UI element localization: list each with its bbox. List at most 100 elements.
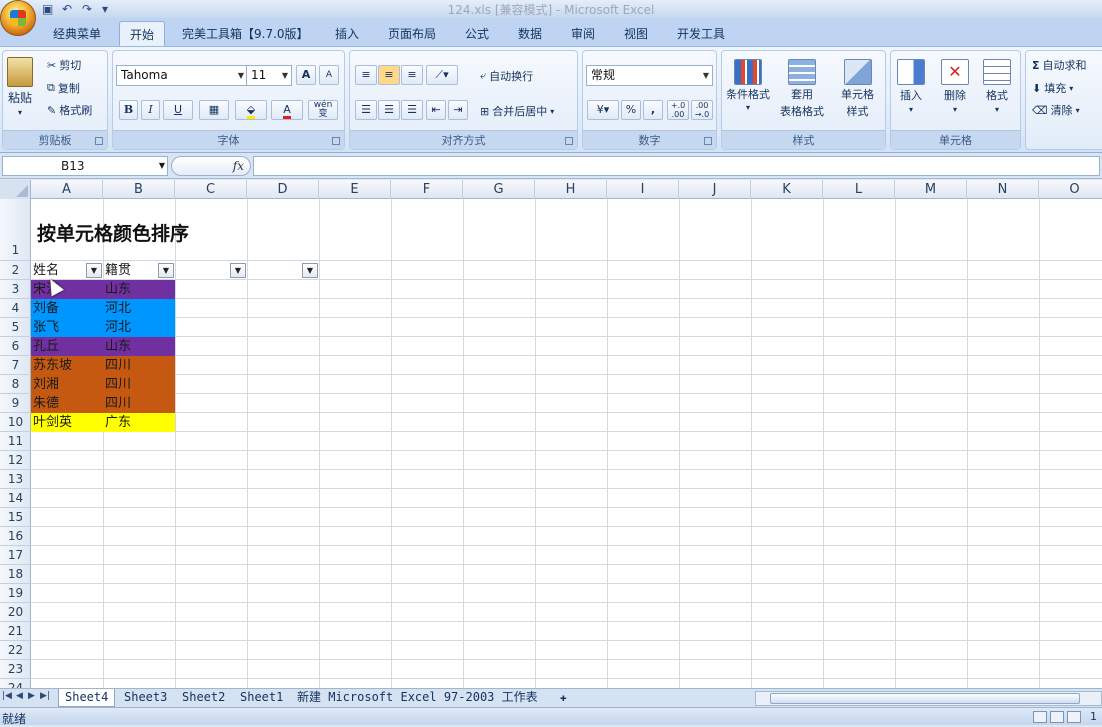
paste-button[interactable]: 粘贴 ▾: [7, 57, 33, 117]
column-header-j[interactable]: J: [679, 180, 751, 199]
fill-button[interactable]: ⬇ 填充 ▾: [1032, 80, 1073, 96]
align-center-button[interactable]: ☰: [378, 100, 400, 120]
row-header-2[interactable]: 2: [0, 261, 31, 280]
row-header-13[interactable]: 13: [0, 470, 31, 489]
decrease-decimal-button[interactable]: .00 →.0: [691, 100, 713, 120]
wrap-text-button[interactable]: ⤶ 自动换行: [480, 68, 533, 84]
next-sheet-icon[interactable]: ▶: [28, 691, 35, 701]
insert-sheet-icon[interactable]: ✚: [560, 689, 567, 707]
undo-icon[interactable]: ↶: [62, 2, 76, 16]
column-header-g[interactable]: G: [463, 180, 535, 199]
page-layout-view-icon[interactable]: [1050, 711, 1064, 723]
fx-icon[interactable]: fx: [233, 159, 244, 173]
borders-button[interactable]: ▦: [199, 100, 229, 120]
row-header-9[interactable]: 9: [0, 394, 31, 413]
sheet-tab-sheet4[interactable]: Sheet4: [58, 689, 116, 707]
merge-center-button[interactable]: ⊞ 合并后居中 ▾: [480, 103, 554, 119]
table-cell-name[interactable]: 刘湘: [31, 375, 103, 394]
column-header-c[interactable]: C: [175, 180, 247, 199]
sheet-tab-sheet3[interactable]: Sheet3: [124, 689, 167, 707]
column-header-h[interactable]: H: [535, 180, 607, 199]
table-cell-place[interactable]: 山东: [103, 337, 175, 356]
font-color-button[interactable]: A: [271, 100, 303, 120]
bold-button[interactable]: B: [119, 100, 138, 120]
column-header-k[interactable]: K: [751, 180, 823, 199]
percent-button[interactable]: %: [621, 100, 641, 120]
zoom-level[interactable]: 1: [1090, 710, 1097, 723]
column-header-d[interactable]: D: [247, 180, 319, 199]
redo-icon[interactable]: ↷: [82, 2, 96, 16]
grow-font-button[interactable]: A: [296, 65, 316, 85]
table-cell-name[interactable]: 苏东坡: [31, 356, 103, 375]
format-cells-button[interactable]: 格式 ▾: [983, 59, 1011, 114]
row-header-18[interactable]: 18: [0, 565, 31, 584]
column-header-l[interactable]: L: [823, 180, 895, 199]
tab-home[interactable]: 开始: [119, 21, 166, 46]
table-cell-name[interactable]: 张飞: [31, 318, 103, 337]
accounting-format-button[interactable]: ¥▾: [587, 100, 619, 120]
row-header-4[interactable]: 4: [0, 299, 31, 318]
format-as-table-button[interactable]: 套用 表格格式: [780, 59, 824, 119]
decrease-indent-button[interactable]: ⇤: [426, 100, 446, 120]
table-cell-place[interactable]: 四川: [103, 394, 175, 413]
filter-dropdown-icon[interactable]: ▼: [230, 263, 246, 278]
tab-insert[interactable]: 插入: [335, 25, 359, 42]
normal-view-icon[interactable]: [1033, 711, 1047, 723]
orientation-button[interactable]: ⟋▾: [426, 65, 458, 85]
font-name-combo[interactable]: Tahoma ▼: [116, 65, 248, 86]
number-format-combo[interactable]: 常规 ▼: [586, 65, 713, 86]
dialog-launcher-icon[interactable]: [332, 137, 340, 145]
phonetic-button[interactable]: wén 变: [308, 100, 338, 120]
prev-sheet-icon[interactable]: ◀: [16, 691, 23, 701]
horizontal-scrollbar[interactable]: [755, 691, 1102, 706]
table-cell-name[interactable]: 叶剑英: [31, 413, 103, 432]
format-painter-button[interactable]: ✎ 格式刷: [47, 102, 92, 118]
column-header-n[interactable]: N: [967, 180, 1039, 199]
copy-button[interactable]: ⧉ 复制: [47, 80, 80, 96]
row-header-12[interactable]: 12: [0, 451, 31, 470]
table-cell-place[interactable]: 广东: [103, 413, 175, 432]
row-header-6[interactable]: 6: [0, 337, 31, 356]
dialog-launcher-icon[interactable]: [565, 137, 573, 145]
select-all-button[interactable]: [0, 180, 31, 199]
column-header-b[interactable]: B: [103, 180, 175, 199]
column-header-i[interactable]: I: [607, 180, 679, 199]
increase-decimal-button[interactable]: +.0.00: [667, 100, 689, 120]
autosum-button[interactable]: Σ 自动求和: [1032, 57, 1087, 73]
row-header-19[interactable]: 19: [0, 584, 31, 603]
table-cell-name[interactable]: 宋江: [31, 280, 103, 299]
sheet-title[interactable]: 按单元格颜色排序: [37, 219, 189, 246]
table-cell-place[interactable]: 四川: [103, 375, 175, 394]
comma-button[interactable]: ,: [643, 100, 663, 120]
column-header-e[interactable]: E: [319, 180, 391, 199]
align-left-button[interactable]: ☰: [355, 100, 377, 120]
row-header-15[interactable]: 15: [0, 508, 31, 527]
customize-icon[interactable]: ▾: [102, 2, 116, 16]
table-cell-place[interactable]: 河北: [103, 318, 175, 337]
row-header-7[interactable]: 7: [0, 356, 31, 375]
page-break-view-icon[interactable]: [1067, 711, 1081, 723]
table-cell-name[interactable]: 朱德: [31, 394, 103, 413]
name-box[interactable]: B13 ▼: [2, 156, 168, 176]
column-header-o[interactable]: O: [1039, 180, 1102, 199]
insert-cells-button[interactable]: 插入 ▾: [897, 59, 925, 114]
table-cell-place[interactable]: 四川: [103, 356, 175, 375]
row-header-1[interactable]: 1: [0, 199, 31, 261]
filter-dropdown-icon[interactable]: ▼: [158, 263, 174, 278]
conditional-format-button[interactable]: 条件格式 ▾: [726, 59, 770, 112]
row-header-11[interactable]: 11: [0, 432, 31, 451]
row-header-5[interactable]: 5: [0, 318, 31, 337]
table-cell-place[interactable]: 山东: [103, 280, 175, 299]
row-header-10[interactable]: 10: [0, 413, 31, 432]
row-header-16[interactable]: 16: [0, 527, 31, 546]
tab-developer[interactable]: 开发工具: [677, 25, 725, 42]
scroll-thumb[interactable]: [770, 693, 1080, 704]
tab-data[interactable]: 数据: [518, 25, 542, 42]
tab-review[interactable]: 审阅: [571, 25, 595, 42]
cell-styles-button[interactable]: 单元格 样式: [841, 59, 874, 119]
row-header-14[interactable]: 14: [0, 489, 31, 508]
align-top-button[interactable]: ≡: [355, 65, 377, 85]
last-sheet-icon[interactable]: ▶|: [40, 691, 50, 701]
italic-button[interactable]: I: [141, 100, 160, 120]
row-header-23[interactable]: 23: [0, 660, 31, 679]
